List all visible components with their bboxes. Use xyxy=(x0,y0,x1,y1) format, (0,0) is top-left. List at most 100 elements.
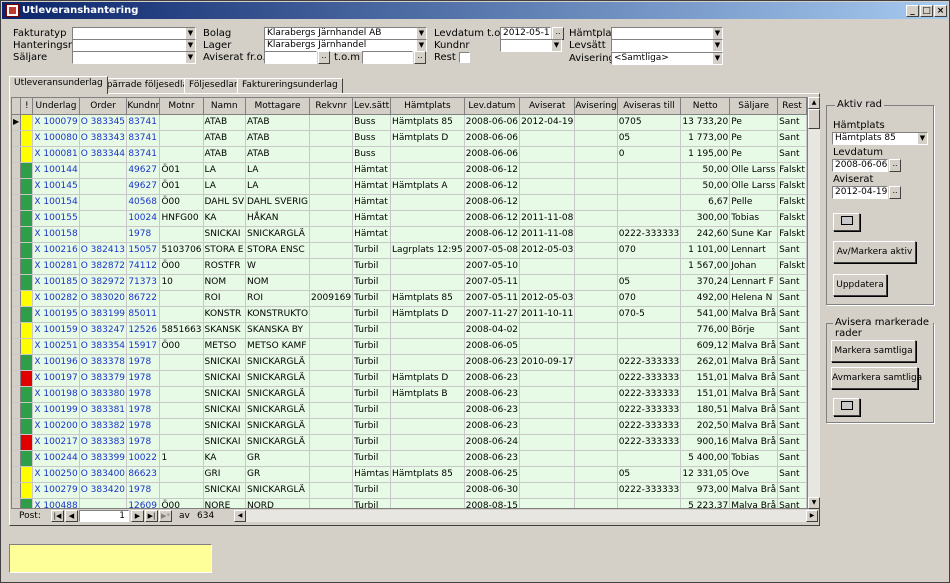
cell-r[interactable] xyxy=(309,146,354,163)
cell-ld[interactable]: 2008-06-12 xyxy=(464,194,521,211)
cell-m[interactable] xyxy=(159,226,204,243)
cell-mt[interactable]: GR xyxy=(245,450,311,467)
cell-n[interactable]: SKANSK xyxy=(203,322,246,339)
cell-k[interactable]: 1978 xyxy=(126,370,161,387)
cell-av[interactable] xyxy=(519,194,576,211)
cell-ls[interactable]: Turbil xyxy=(352,322,392,339)
cell-av[interactable] xyxy=(519,178,576,195)
cell-m[interactable] xyxy=(159,482,204,499)
cell-n[interactable]: LA xyxy=(203,162,246,179)
table-row[interactable]: X 100216 O 382413 15057 5103706 STORA E STORA… xyxy=(12,242,807,259)
cell-s[interactable]: Malva Brå xyxy=(729,418,779,435)
horizontal-scrollbar[interactable]: ◀ ▶ xyxy=(234,510,818,522)
table-row[interactable]: X 100250 O 383400 86623 GRI GR Hämtas Hämtplat… xyxy=(12,466,807,483)
table-row[interactable]: X 100488 12609 Ö00 NORE NORD Turbil 2008-08-15… xyxy=(12,498,807,508)
cell-n[interactable]: SNICKAI xyxy=(203,386,246,403)
cell-mt[interactable]: KONSTRUKTO xyxy=(245,306,311,323)
cell-mt[interactable]: LA xyxy=(245,162,311,179)
cell-o[interactable]: O 383383 xyxy=(79,434,128,451)
cell-ld[interactable]: 2007-05-08 xyxy=(464,242,521,259)
cell-ld[interactable]: 2008-06-23 xyxy=(464,354,521,371)
cell-netto[interactable]: 609,12 xyxy=(680,338,731,355)
cell-av[interactable] xyxy=(519,322,576,339)
cell-n[interactable]: SNICKAI xyxy=(203,370,246,387)
cell-k[interactable]: 1978 xyxy=(126,418,161,435)
cell-m[interactable] xyxy=(159,370,204,387)
cell-u[interactable]: X 100081 xyxy=(32,146,80,163)
date-picker-button[interactable]: .. xyxy=(414,51,426,64)
levsatt-combo[interactable]: ▼ xyxy=(611,39,723,52)
cell-o[interactable]: O 382413 xyxy=(79,242,128,259)
cell-ld[interactable]: 2007-05-11 xyxy=(464,274,521,291)
cell-ls[interactable]: Turbil xyxy=(352,354,392,371)
date-picker-button[interactable]: .. xyxy=(318,51,330,64)
cell-rest[interactable]: Sant xyxy=(777,434,807,451)
cell-avs[interactable] xyxy=(574,114,618,131)
cell-rest[interactable]: Sant xyxy=(777,146,807,163)
cell-k[interactable]: 83741 xyxy=(126,130,161,147)
cell-ld[interactable]: 2008-06-23 xyxy=(464,370,521,387)
cell-m[interactable] xyxy=(159,434,204,451)
cell-netto[interactable]: 50,00 xyxy=(680,178,731,195)
vertical-scrollbar[interactable]: ▲ ▼ xyxy=(808,97,820,509)
cell-ld[interactable]: 2007-05-11 xyxy=(464,290,521,307)
cell-at[interactable]: 0222-333333 xyxy=(617,370,682,387)
chevron-down-icon[interactable]: ▼ xyxy=(712,40,722,51)
chevron-down-icon[interactable]: ▼ xyxy=(185,28,195,39)
cell-av[interactable] xyxy=(519,402,576,419)
data-grid[interactable]: ! Underlag Order Kundnr Motnr Namn Mottagare Re… xyxy=(11,97,808,509)
cell-n[interactable]: ATAB xyxy=(203,146,246,163)
new-record-icon[interactable]: ▶* xyxy=(159,510,172,522)
cell-k[interactable]: 86623 xyxy=(126,466,161,483)
row-selector[interactable] xyxy=(12,418,22,435)
cell-at[interactable]: 0222-333333 xyxy=(617,226,682,243)
cell-netto[interactable]: 151,01 xyxy=(680,386,731,403)
cell-o[interactable]: O 383247 xyxy=(79,322,128,339)
cell-mt[interactable]: LA xyxy=(245,178,311,195)
cell-mt[interactable]: ATAB xyxy=(245,130,311,147)
chevron-down-icon[interactable]: ▼ xyxy=(185,52,195,63)
cell-s[interactable]: Malva Brå xyxy=(729,354,779,371)
column-header[interactable]: Kundnr xyxy=(126,98,161,115)
cell-netto[interactable]: 242,60 xyxy=(680,226,731,243)
cell-avs[interactable] xyxy=(574,466,618,483)
cell-o[interactable]: O 383345 xyxy=(79,114,128,131)
table-row[interactable]: X 100279 O 383420 1978 SNICKAI SNICKARGLÄ Tur… xyxy=(12,482,807,499)
cell-m[interactable] xyxy=(159,386,204,403)
cell-netto[interactable]: 973,00 xyxy=(680,482,731,499)
column-header[interactable]: Lev.sätt xyxy=(352,98,392,115)
cell-hp[interactable] xyxy=(390,162,465,179)
cell-hp[interactable]: Hämtplats 85 xyxy=(390,114,465,131)
table-row[interactable]: X 100081 O 383344 83741 ATAB ATAB Buss 2008-06… xyxy=(12,146,807,163)
cell-s[interactable]: Lennart F xyxy=(729,274,779,291)
cell-ld[interactable]: 2008-06-23 xyxy=(464,450,521,467)
cell-hp[interactable]: Hämtplats D xyxy=(390,306,465,323)
cell-avs[interactable] xyxy=(574,290,618,307)
cell-ls[interactable]: Turbil xyxy=(352,498,392,508)
column-header[interactable]: Aviseras till xyxy=(617,98,682,115)
row-selector[interactable] xyxy=(12,242,22,259)
cell-r[interactable] xyxy=(309,354,354,371)
cell-r[interactable] xyxy=(309,498,354,508)
cell-ld[interactable]: 2008-06-12 xyxy=(464,210,521,227)
cell-av[interactable] xyxy=(519,386,576,403)
table-row[interactable]: X 100282 O 383020 86722 ROI ROI 2009169 Turbil… xyxy=(12,290,807,307)
row-selector[interactable] xyxy=(12,306,22,323)
table-row[interactable]: ▶ X 100079 O 383345 83741 ATAB ATAB Buss Hämtpl… xyxy=(12,114,807,131)
cell-rest[interactable]: Sant xyxy=(777,498,807,508)
row-selector[interactable] xyxy=(12,482,22,499)
cell-avs[interactable] xyxy=(574,450,618,467)
cell-rest[interactable]: Sant xyxy=(777,338,807,355)
cell-n[interactable]: ATAB xyxy=(203,114,246,131)
cell-u[interactable]: X 100250 xyxy=(32,466,80,483)
cell-at[interactable] xyxy=(617,498,682,508)
cell-o[interactable] xyxy=(79,162,128,179)
cell-o[interactable]: O 383381 xyxy=(79,402,128,419)
row-selector[interactable] xyxy=(12,226,22,243)
cell-hp[interactable]: Lagrplats 12:95 xyxy=(390,242,465,259)
cell-o[interactable]: O 383343 xyxy=(79,130,128,147)
table-row[interactable]: X 100251 O 383354 15917 Ö00 METSO METSO KAMF T… xyxy=(12,338,807,355)
cell-avs[interactable] xyxy=(574,258,618,275)
cell-o[interactable] xyxy=(79,498,128,508)
cell-hp[interactable] xyxy=(390,146,465,163)
